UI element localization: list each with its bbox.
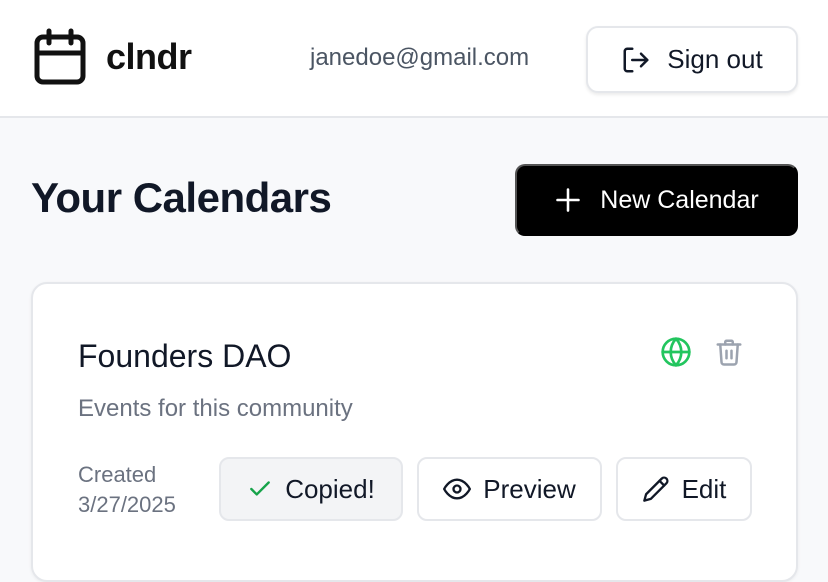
eye-icon [443,478,472,500]
created-info: Created 3/27/2025 [78,460,176,520]
copy-link-button[interactable]: Copied! [219,457,403,521]
page-title: Your Calendars [31,174,332,221]
new-calendar-button[interactable]: New Calendar [515,164,798,236]
sign-out-label: Sign out [667,44,763,74]
edit-button[interactable]: Edit [616,457,752,521]
log-out-icon [623,47,649,72]
preview-label: Preview [483,473,576,504]
globe-icon[interactable] [660,336,692,368]
calendar-name: Founders DAO [78,338,292,374]
pencil-icon [642,476,669,502]
copy-label: Copied! [285,473,375,504]
plus-icon [556,188,581,212]
calendar-description: Events for this community [78,395,353,422]
app-name: clndr [106,36,192,77]
top-bar: clndr janedoe@gmail.com Sign out [0,0,828,118]
created-label: Created [78,462,157,487]
preview-button[interactable]: Preview [417,457,602,521]
created-date: 3/27/2025 [78,492,176,517]
calendar-icon [34,28,86,85]
edit-label: Edit [681,473,727,504]
trash-icon[interactable] [714,336,744,368]
user-email: janedoe@gmail.com [310,44,530,71]
check-icon [250,481,271,496]
brand[interactable]: clndr [34,28,192,86]
new-calendar-label: New Calendar [600,185,759,214]
calendar-card: Founders DAO Events for this community C… [31,282,798,582]
sign-out-button[interactable]: Sign out [586,26,798,93]
